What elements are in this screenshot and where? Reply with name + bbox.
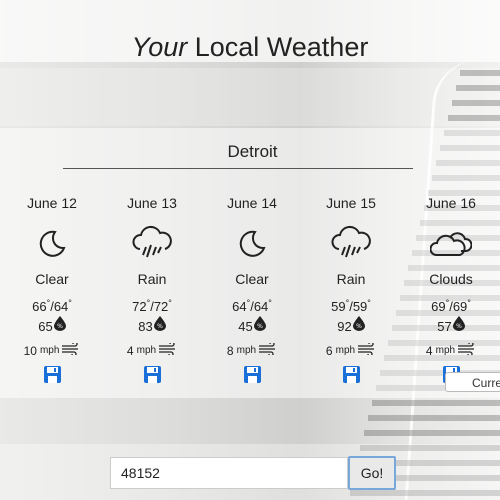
forecast-condition: Clouds <box>429 271 473 287</box>
wind-icon <box>62 341 80 360</box>
svg-text:%: % <box>456 323 462 330</box>
forecast-day: June 15 Rain 59°/59° 92% 6 mph <box>303 194 399 384</box>
save-icon[interactable] <box>204 364 300 384</box>
stair-step <box>364 430 500 436</box>
forecast-condition: Rain <box>137 271 167 287</box>
rain-cloud-icon <box>303 222 399 266</box>
wind-icon <box>358 341 376 360</box>
svg-text:%: % <box>356 323 362 330</box>
forecast-temps: 72°/72° <box>132 298 172 314</box>
humidity-drop-icon: % <box>153 316 166 338</box>
forecast-condition: Rain <box>336 271 366 287</box>
humidity-drop-icon: % <box>452 316 465 338</box>
forecast-day: June 13 Rain 72°/72° 83% 4 mph <box>104 194 200 384</box>
forecast-humidity: 57% <box>403 316 499 338</box>
app-title-text: Local Weather <box>187 32 369 63</box>
forecast-condition: Clear <box>235 271 269 287</box>
stair-step <box>452 100 500 106</box>
humidity-drop-icon: % <box>253 316 266 338</box>
wind-icon <box>458 341 476 360</box>
rain-cloud-icon <box>104 222 200 266</box>
forecast-humidity: 45% <box>204 316 300 338</box>
forecast-humidity: 83% <box>104 316 200 338</box>
forecast-wind: 8 mph <box>204 341 300 360</box>
humidity-drop-icon: % <box>53 316 66 338</box>
app-title: Your Local Weather <box>0 32 500 63</box>
stair-step <box>460 70 500 76</box>
forecast-condition: Clear <box>35 271 69 287</box>
forecast-wind: 6 mph <box>303 341 399 360</box>
city-name: Detroit <box>227 142 278 161</box>
stair-step <box>456 85 500 91</box>
forecast-wind: 4 mph <box>403 341 499 360</box>
city-divider <box>63 168 413 169</box>
svg-text:%: % <box>57 323 63 330</box>
forecast-wind: 10 mph <box>4 341 100 360</box>
forecast-date: June 15 <box>326 195 376 211</box>
current-location-button[interactable]: Curre <box>445 372 500 392</box>
forecast-temps: 69°/69° <box>431 298 471 314</box>
save-icon[interactable] <box>104 364 200 384</box>
forecast-date: June 13 <box>127 195 177 211</box>
forecast-day: June 12 Clear 66°/64° 65% 10 mph <box>4 194 100 384</box>
stair-step <box>368 415 500 421</box>
clouds-icon <box>403 222 499 266</box>
moon-icon <box>4 222 100 266</box>
svg-text:%: % <box>257 323 263 330</box>
moon-icon <box>204 222 300 266</box>
forecast-day: June 16 Clouds 69°/69° 57% 4 mph <box>403 194 499 384</box>
app-title-emphasis: Your <box>131 32 188 63</box>
forecast-date: June 12 <box>27 195 77 211</box>
forecast-wind: 4 mph <box>104 341 200 360</box>
forecast-day: June 14 Clear 64°/64° 45% 8 mph <box>204 194 300 384</box>
forecast-date: June 16 <box>426 195 476 211</box>
forecast-temps: 66°/64° <box>32 298 72 314</box>
go-button[interactable]: Go! <box>348 456 396 490</box>
forecast-humidity: 92% <box>303 316 399 338</box>
forecast-temps: 64°/64° <box>232 298 272 314</box>
stair-step <box>448 115 500 121</box>
forecast-humidity: 65% <box>4 316 100 338</box>
wind-icon <box>159 341 177 360</box>
stair-step <box>372 400 500 406</box>
svg-text:%: % <box>157 323 163 330</box>
forecast-date: June 14 <box>227 195 277 211</box>
save-icon[interactable] <box>4 364 100 384</box>
humidity-drop-icon: % <box>352 316 365 338</box>
zip-code-input[interactable] <box>110 457 348 489</box>
wind-icon <box>259 341 277 360</box>
save-icon[interactable] <box>303 364 399 384</box>
forecast-temps: 59°/59° <box>331 298 371 314</box>
